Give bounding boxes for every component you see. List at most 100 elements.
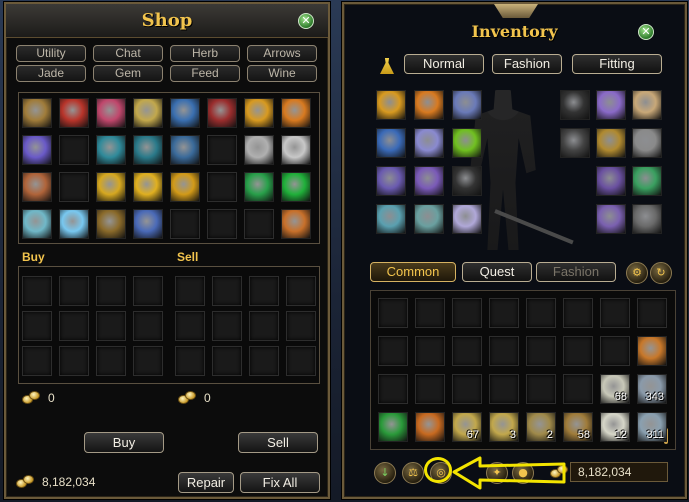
firecracker-item-icon[interactable] [207,98,237,128]
bag-slot[interactable] [489,374,519,404]
shop-slot[interactable] [207,209,237,239]
sell-slot[interactable] [286,276,316,306]
equipment-slot[interactable] [560,90,590,120]
equipment-slot[interactable] [414,90,444,120]
bag-slot[interactable] [563,298,593,328]
bag-item-icon[interactable] [22,172,52,202]
equipment-slot[interactable] [632,128,662,158]
bag-slot[interactable] [378,298,408,328]
bag-item[interactable] [378,412,408,442]
shop-close-button[interactable]: ✕ [298,13,314,29]
bag-slot[interactable] [600,298,630,328]
fire-item-icon[interactable] [59,98,89,128]
shop-tab-herb[interactable]: Herb [170,45,240,62]
view-tab-fitting[interactable]: Fitting [572,54,662,74]
equipment-slot[interactable] [414,204,444,234]
scale-button[interactable]: ⚖ [402,462,424,484]
buy-slot[interactable] [59,311,89,341]
buy-slot[interactable] [133,276,163,306]
equipment-slot[interactable] [376,204,406,234]
bag-slot[interactable] [378,374,408,404]
repair-button[interactable]: Repair [178,472,234,493]
bag-item[interactable]: 311 [637,412,667,442]
shop-slot[interactable] [207,135,237,165]
bag-slot[interactable] [452,298,482,328]
shop-slot[interactable] [59,172,89,202]
sell-slot[interactable] [249,311,279,341]
bag-item[interactable]: 67 [452,412,482,442]
crystal-item-icon[interactable] [59,209,89,239]
cloth-item-icon[interactable] [96,135,126,165]
rune-item-icon[interactable] [244,135,274,165]
equipment-slot[interactable] [376,166,406,196]
view-tab-fashion[interactable]: Fashion [492,54,562,74]
equipment-slot[interactable] [414,128,444,158]
equipment-slot[interactable] [596,128,626,158]
bag-item[interactable]: 2 [526,412,556,442]
fix-all-button[interactable]: Fix All [240,472,320,493]
equipment-slot[interactable] [452,90,482,120]
bag-slot[interactable] [415,374,445,404]
buy-slot[interactable] [59,276,89,306]
bag-slot[interactable] [600,336,630,366]
buy-slot[interactable] [59,346,89,376]
buy-button[interactable]: Buy [84,432,164,453]
equipment-slot[interactable] [452,128,482,158]
bag-tab-common[interactable]: Common [370,262,456,282]
equipment-slot[interactable] [632,90,662,120]
sell-slot[interactable] [286,311,316,341]
equipment-slot[interactable] [452,166,482,196]
talisman-item-icon[interactable] [244,98,274,128]
parchment-item-icon[interactable] [133,98,163,128]
buy-slot[interactable] [133,311,163,341]
equipment-slot[interactable] [632,204,662,234]
equipment-slot[interactable] [596,166,626,196]
bag-item[interactable]: 68 [600,374,630,404]
flute-item-icon[interactable] [170,98,200,128]
scroll-item-icon[interactable] [22,98,52,128]
bag-slot[interactable] [415,298,445,328]
shop-tab-arrows[interactable]: Arrows [247,45,317,62]
shop-slot[interactable] [244,209,274,239]
talisman-item-icon[interactable] [281,98,311,128]
bag-slot[interactable] [526,374,556,404]
bag-item[interactable] [415,412,445,442]
shop-slot[interactable] [59,135,89,165]
buy-slot[interactable] [22,276,52,306]
buy-slot[interactable] [96,276,126,306]
sell-slot[interactable] [286,346,316,376]
sell-slot[interactable] [175,346,205,376]
jade-item-icon[interactable] [244,172,274,202]
shop-tab-wine[interactable]: Wine [247,65,317,82]
equipment-slot[interactable] [560,128,590,158]
equipment-slot[interactable] [632,166,662,196]
shop-tab-utility[interactable]: Utility [16,45,86,62]
shop-slot[interactable] [170,209,200,239]
buy-slot[interactable] [96,311,126,341]
equipment-slot[interactable] [376,90,406,120]
shop-tab-feed[interactable]: Feed [170,65,240,82]
medal-item-icon[interactable] [170,172,200,202]
bag-slot[interactable] [526,298,556,328]
shop-title-bar[interactable]: Shop [6,4,328,38]
equipment-slot[interactable] [452,204,482,234]
bag-tab-quest[interactable]: Quest [462,262,532,282]
inventory-close-button[interactable]: ✕ [638,24,654,40]
bag-slot[interactable] [415,336,445,366]
buy-slot[interactable] [133,346,163,376]
bag-slot[interactable] [378,336,408,366]
sell-slot[interactable] [175,276,205,306]
book-item-icon[interactable] [133,209,163,239]
buy-slot[interactable] [96,346,126,376]
map-item-icon[interactable] [281,209,311,239]
shop-slot[interactable] [207,172,237,202]
inventory-title-bar[interactable]: Inventory [344,18,685,46]
jade-item-icon[interactable] [281,172,311,202]
bag-slot[interactable] [526,336,556,366]
key-item-icon[interactable] [22,135,52,165]
bag-slot[interactable] [452,336,482,366]
box-item-icon[interactable] [96,209,126,239]
shop-tab-chat[interactable]: Chat [93,45,163,62]
bag-slot[interactable] [563,336,593,366]
bag-slot[interactable] [563,374,593,404]
